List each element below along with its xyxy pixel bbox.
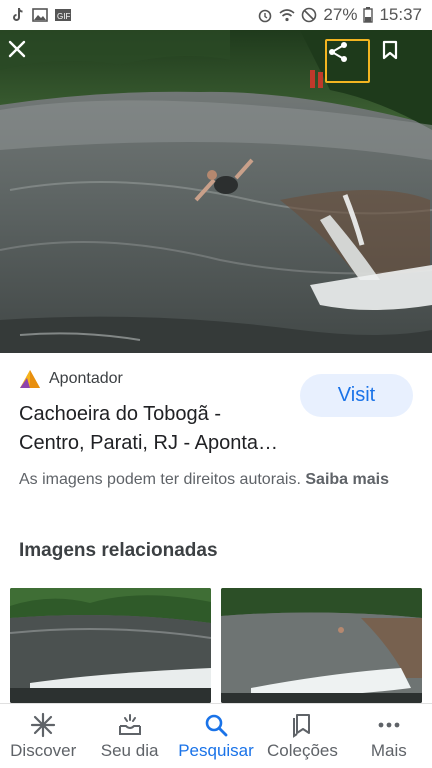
status-left: GIF (10, 7, 72, 23)
apontador-logo-icon (20, 370, 40, 388)
nav-item-mais[interactable]: Mais (346, 704, 432, 768)
learn-more-link[interactable]: Saiba mais (305, 471, 389, 488)
search-icon (205, 714, 228, 737)
source-name: Apontador (49, 370, 123, 387)
share-button[interactable] (325, 39, 370, 83)
copyright-text: As imagens podem ter direitos autorais. (19, 471, 301, 488)
nav-label: Mais (370, 741, 407, 760)
source-row[interactable]: Apontador (19, 369, 123, 389)
nav-label: Coleções (266, 741, 338, 760)
nav-label: Discover (10, 741, 77, 760)
status-right: 27% 15:37 (257, 5, 422, 25)
clock: 15:37 (379, 5, 422, 24)
battery-icon (363, 7, 374, 23)
copyright-notice: As imagens podem ter direitos autorais. … (19, 466, 399, 494)
svg-text:GIF: GIF (57, 12, 70, 21)
nav-item-discover[interactable]: Discover (0, 704, 86, 768)
bookmark-icon (382, 40, 398, 60)
nav-item-pesquisar[interactable]: Pesquisar (173, 704, 259, 768)
visit-button[interactable]: Visit (300, 374, 413, 417)
result-title[interactable]: Cachoeira do Tobogã - Centro, Parati, RJ… (19, 400, 294, 458)
nav-item-seu-dia[interactable]: Seu dia (86, 704, 172, 768)
related-image-1 (10, 588, 211, 703)
collections-icon (293, 714, 311, 738)
related-image-thumbnail[interactable] (10, 588, 211, 703)
hero-image[interactable] (0, 30, 432, 353)
nav-label: Seu dia (100, 741, 159, 760)
nav-item-colecoes[interactable]: Coleções (259, 704, 345, 768)
nav-label: Pesquisar (178, 741, 254, 760)
battery-percent: 27% (323, 5, 358, 24)
related-image-thumbnail[interactable] (221, 588, 422, 703)
close-icon (8, 40, 26, 58)
tiktok-icon (13, 7, 23, 21)
close-button[interactable] (8, 40, 48, 80)
bookmark-button[interactable] (382, 40, 422, 80)
gallery-icon (32, 8, 48, 22)
alarm-icon (259, 9, 272, 23)
asterisk-icon (31, 712, 56, 738)
related-images-heading: Imagens relacionadas (19, 540, 218, 561)
inbox-icon (118, 714, 141, 735)
status-bar: GIF 27% 15:37 (0, 0, 432, 30)
bottom-navigation: Discover Seu dia Pesquisar Coleções Mais (0, 703, 432, 768)
do-not-disturb-icon (302, 7, 317, 23)
screenshot-icon: GIF (55, 9, 71, 21)
related-image-2 (221, 588, 422, 703)
share-icon (329, 42, 347, 62)
more-icon (378, 722, 400, 728)
result-title-line1: Cachoeira do Tobogã - (19, 403, 221, 425)
result-title-line2: Centro, Parati, RJ - Aponta… (19, 432, 279, 454)
wifi-icon (279, 9, 295, 22)
